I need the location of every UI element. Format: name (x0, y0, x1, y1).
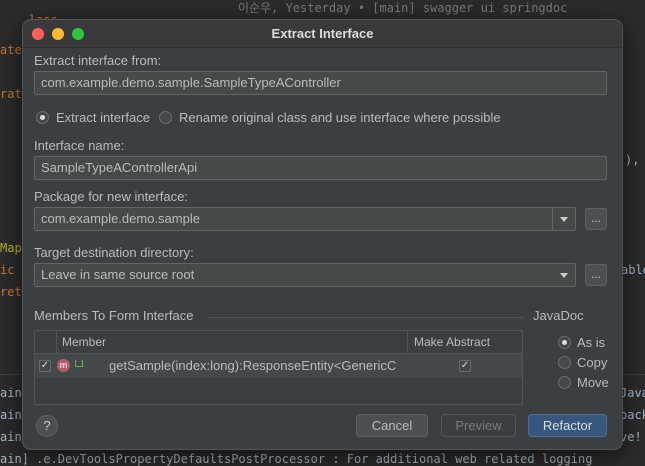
console-line: pack (620, 408, 645, 422)
method-icon: m (57, 359, 70, 372)
make-abstract-checkbox[interactable]: ✓ (459, 360, 471, 372)
column-divider (56, 331, 57, 353)
git-blame-annotation: 이순우, Yesterday • [main] swagger ui sprin… (238, 1, 568, 15)
chevron-down-icon (560, 273, 568, 278)
column-divider (407, 331, 408, 353)
javadoc-label: JavaDoc (533, 308, 584, 323)
code-fragment: ic (0, 263, 15, 277)
target-dir-value: Leave in same source root (41, 267, 195, 282)
member-signature: getSample(index:long):ResponseEntity<Gen… (109, 358, 397, 373)
members-table[interactable]: Member Make Abstract ✓ m getSample(index… (34, 330, 523, 405)
target-dir-browse-button[interactable]: ... (585, 264, 607, 286)
interface-name-label: Interface name: (34, 138, 125, 153)
table-row[interactable]: ✓ m getSample(index:long):ResponseEntity… (35, 354, 522, 378)
javadoc-move-label[interactable]: Move (577, 375, 609, 390)
code-fragment: able (621, 263, 645, 277)
dialog-title: Extract Interface (271, 26, 374, 41)
console-line: Java (620, 386, 645, 400)
extract-from-label: Extract interface from: (34, 53, 162, 68)
javadoc-copy-radio[interactable] (558, 356, 571, 369)
code-fragment: Map (0, 241, 22, 255)
interface-name-input[interactable]: SampleTypeAControllerApi (34, 156, 607, 180)
extract-interface-radio[interactable] (36, 111, 49, 124)
chevron-down-icon (560, 217, 568, 222)
help-button[interactable]: ? (36, 415, 58, 437)
extract-interface-dialog: Extract Interface Extract interface from… (22, 19, 623, 450)
package-value: com.example.demo.sample (41, 211, 200, 226)
target-dir-label: Target destination directory: (34, 245, 194, 260)
column-header-member[interactable]: Member (62, 335, 106, 349)
members-label: Members To Form Interface (34, 308, 194, 323)
javadoc-as-is-label[interactable]: As is (577, 335, 605, 350)
dialog-titlebar[interactable]: Extract Interface (23, 20, 622, 48)
extract-interface-radio-label[interactable]: Extract interface (56, 110, 150, 125)
extract-from-field[interactable]: com.example.demo.sample.SampleTypeAContr… (34, 71, 607, 95)
cancel-button[interactable]: Cancel (356, 414, 428, 437)
rename-original-radio[interactable] (159, 111, 172, 124)
package-browse-button[interactable]: ... (585, 208, 607, 230)
code-fragment: ), (625, 153, 640, 167)
code-fragment: ret (0, 285, 22, 299)
javadoc-copy-label[interactable]: Copy (577, 355, 607, 370)
members-table-header: Member Make Abstract (35, 331, 522, 354)
target-dir-combobox[interactable]: Leave in same source root (34, 263, 576, 287)
console-line: ve! (620, 430, 642, 444)
package-dropdown-button[interactable] (552, 208, 575, 230)
package-label: Package for new interface: (34, 189, 188, 204)
preview-button[interactable]: Preview (441, 414, 516, 437)
code-fragment: ate (0, 43, 22, 57)
members-separator (208, 317, 523, 318)
javadoc-as-is-radio[interactable] (558, 336, 571, 349)
public-lock-icon (75, 360, 83, 367)
code-fragment: rat (0, 87, 22, 101)
package-combobox[interactable]: com.example.demo.sample (34, 207, 576, 231)
member-include-checkbox[interactable]: ✓ (39, 360, 51, 372)
target-dir-dropdown-button[interactable] (553, 264, 575, 286)
javadoc-move-radio[interactable] (558, 376, 571, 389)
column-header-make-abstract[interactable]: Make Abstract (414, 335, 490, 349)
refactor-button[interactable]: Refactor (528, 414, 607, 437)
rename-original-radio-label[interactable]: Rename original class and use interface … (179, 110, 501, 125)
